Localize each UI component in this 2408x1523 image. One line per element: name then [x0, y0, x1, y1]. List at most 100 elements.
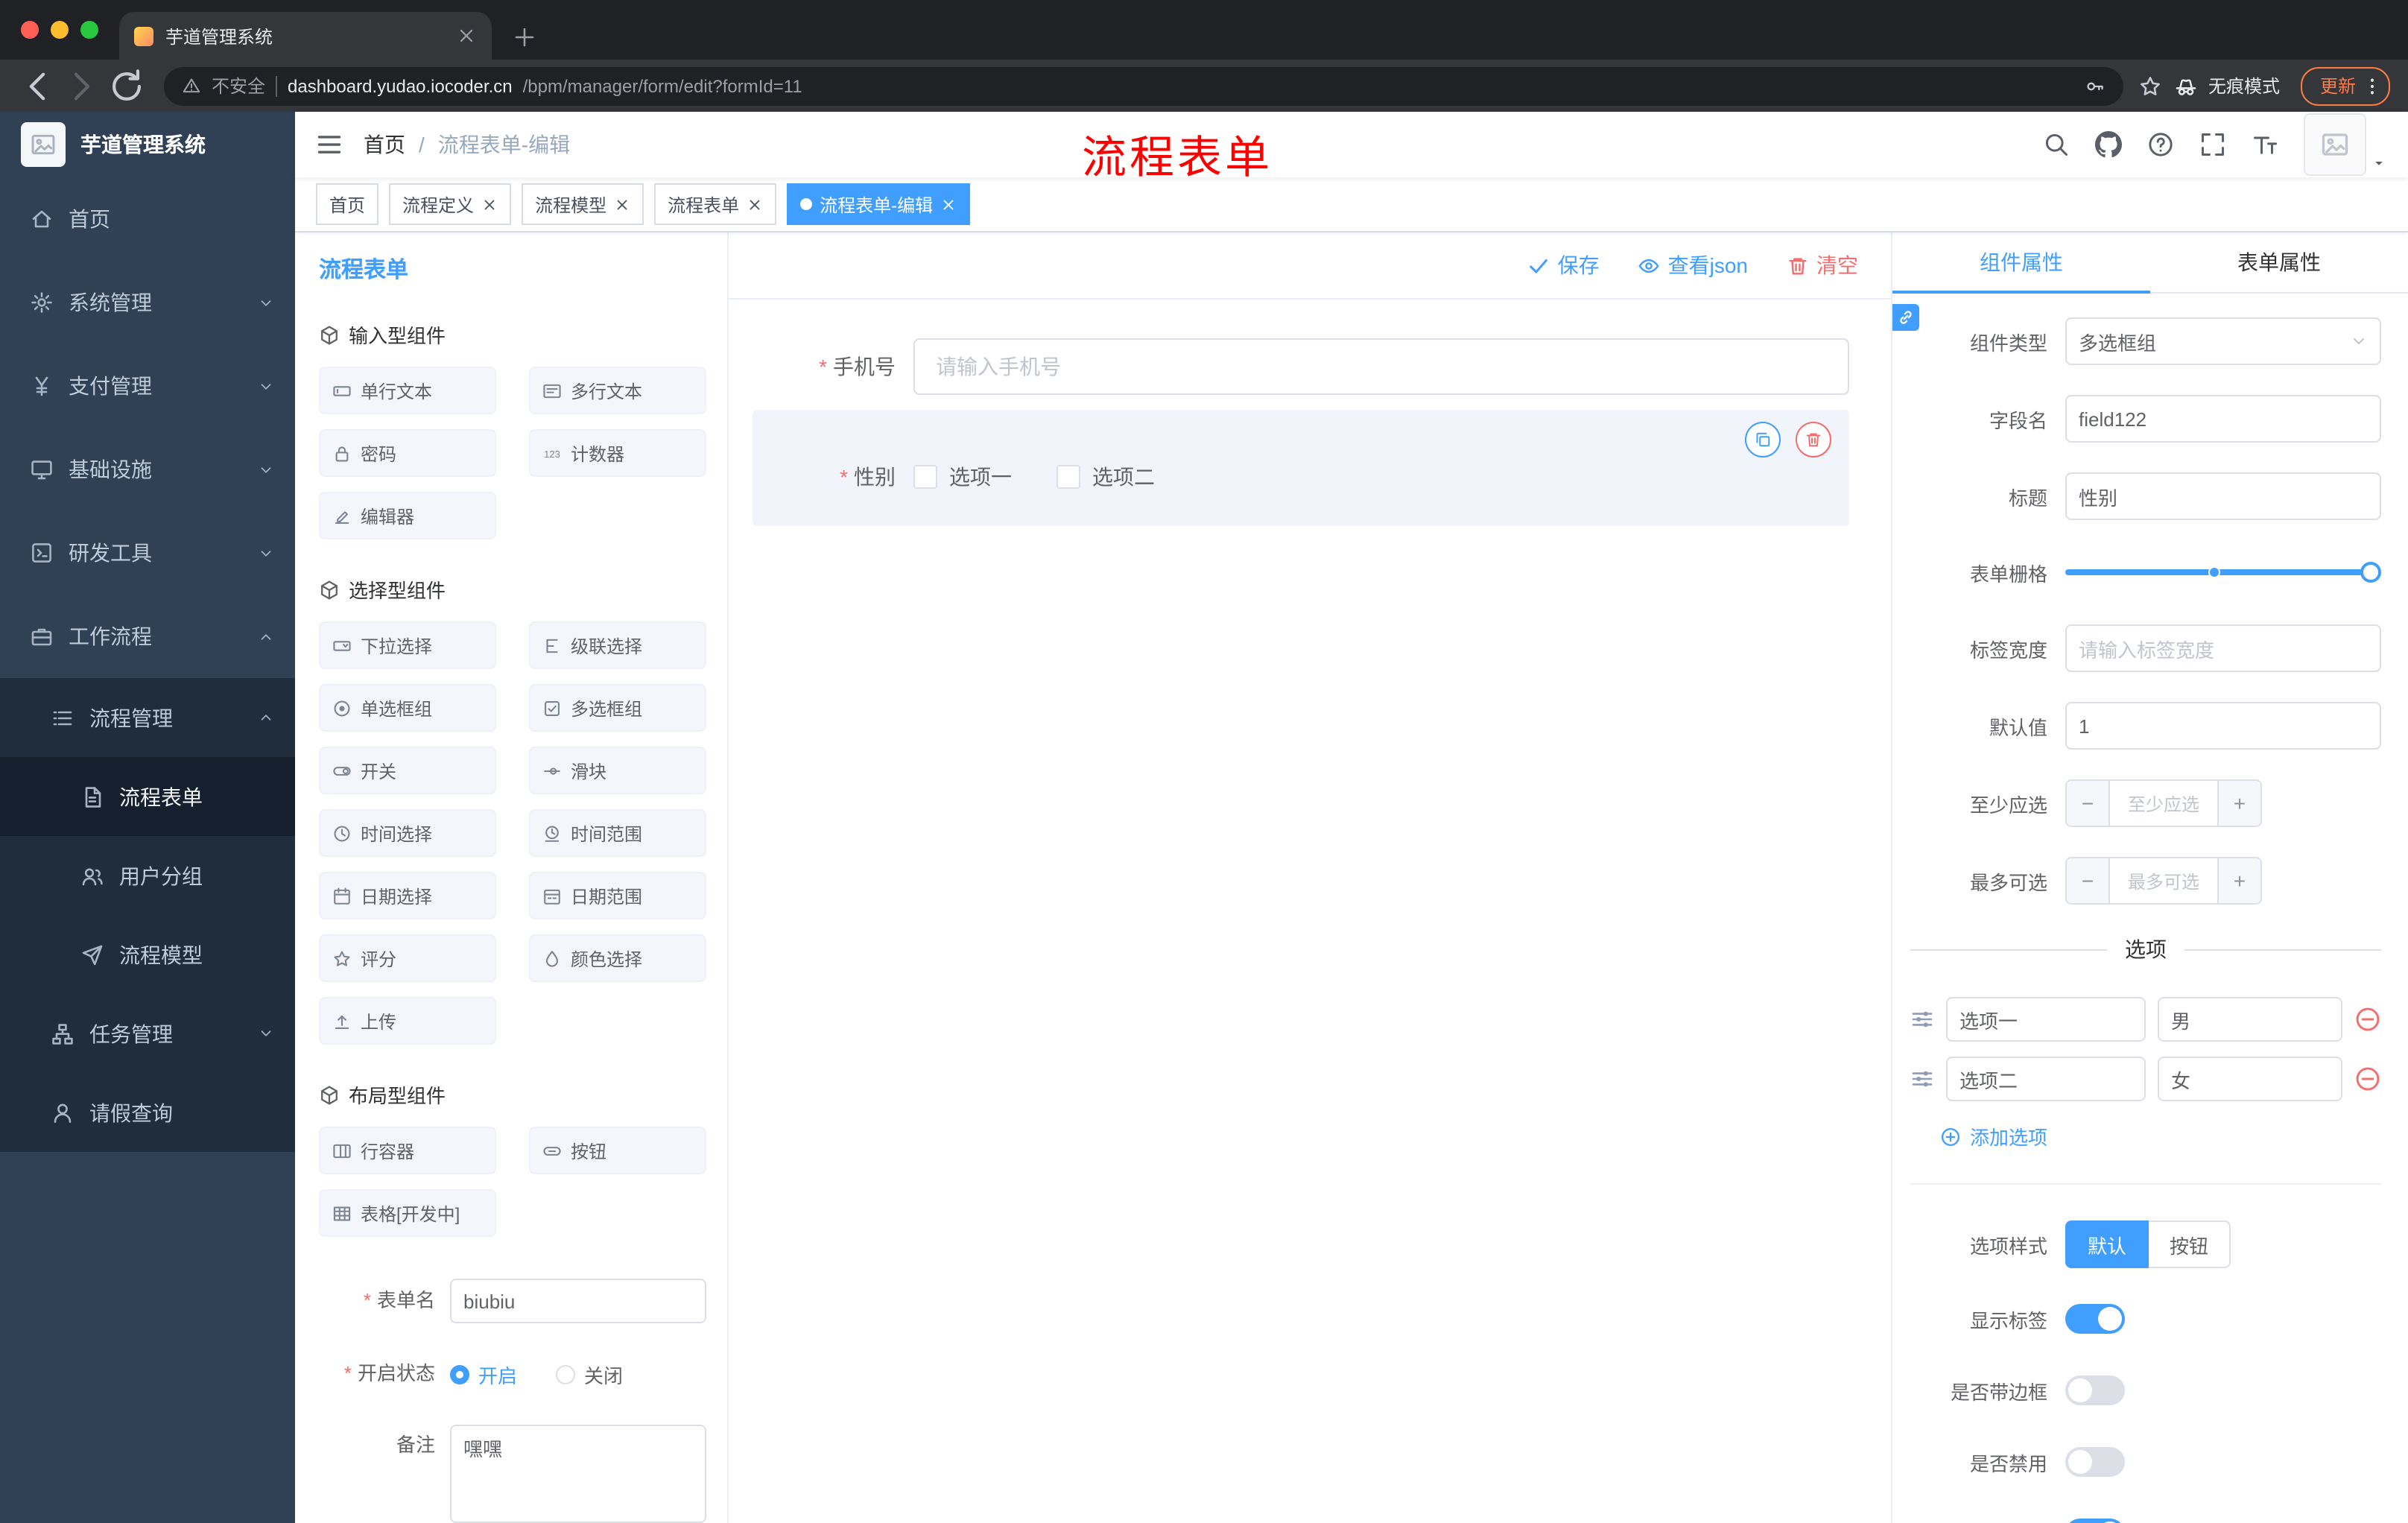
- view-json-button[interactable]: 查看json: [1638, 250, 1748, 280]
- tag-close-icon[interactable]: [940, 196, 957, 212]
- option-2-value-input[interactable]: 女: [2158, 1057, 2342, 1101]
- tag-close-icon[interactable]: [481, 196, 498, 212]
- style-default-button[interactable]: 默认: [2065, 1220, 2149, 1268]
- component-date-range[interactable]: 日期范围: [529, 872, 706, 919]
- browser-tab[interactable]: 芋道管理系统: [119, 12, 492, 60]
- component-row-container[interactable]: 行容器: [319, 1127, 496, 1174]
- reload-icon[interactable]: [107, 66, 146, 105]
- title-input[interactable]: 性别: [2065, 472, 2381, 520]
- component-date-picker[interactable]: 日期选择: [319, 872, 496, 919]
- min-select-value[interactable]: 至少应选: [2110, 781, 2217, 826]
- decrease-icon[interactable]: −: [2067, 858, 2110, 903]
- user-menu[interactable]: [2304, 113, 2387, 176]
- sidebar-item-system[interactable]: 系统管理: [0, 261, 295, 344]
- component-multi-line-text[interactable]: 多行文本: [529, 367, 706, 414]
- sidebar-item-leave-query[interactable]: 请假查询: [0, 1073, 295, 1152]
- status-radio-on[interactable]: 开启: [450, 1360, 517, 1388]
- copy-widget-button[interactable]: [1745, 422, 1781, 457]
- tag-close-icon[interactable]: [614, 196, 630, 212]
- minimize-window-button[interactable]: [51, 21, 69, 39]
- field-name-input[interactable]: field122: [2065, 395, 2381, 443]
- checkbox-icon[interactable]: [913, 465, 937, 489]
- component-color-picker[interactable]: 颜色选择: [529, 934, 706, 982]
- sidebar-item-home[interactable]: 首页: [0, 177, 295, 261]
- component-single-line-text[interactable]: 单行文本: [319, 367, 496, 414]
- option-2-label-input[interactable]: 选项二: [1946, 1057, 2146, 1101]
- address-bar[interactable]: 不安全 dashboard.yudao.iocoder.cn/bpm/manag…: [164, 66, 2123, 105]
- tab-component-props[interactable]: 组件属性: [1892, 232, 2150, 294]
- show-label-toggle[interactable]: [2065, 1304, 2125, 1334]
- search-icon[interactable]: [2043, 131, 2070, 158]
- remove-option-icon[interactable]: [2354, 1066, 2381, 1092]
- forward-icon[interactable]: [63, 66, 101, 105]
- sidebar-item-infrastructure[interactable]: 基础设施: [0, 428, 295, 511]
- clear-button[interactable]: 清空: [1787, 250, 1858, 280]
- grid-slider[interactable]: [2065, 550, 2381, 595]
- component-editor[interactable]: 编辑器: [319, 492, 496, 539]
- save-button[interactable]: 保存: [1528, 250, 1600, 280]
- component-password[interactable]: 密码: [319, 429, 496, 477]
- tab-form-props[interactable]: 表单属性: [2150, 232, 2408, 292]
- sidebar-item-user-groups[interactable]: 用户分组: [0, 836, 295, 915]
- increase-icon[interactable]: +: [2217, 781, 2260, 826]
- label-width-input[interactable]: 请输入标签宽度: [2065, 624, 2381, 672]
- drag-handle-icon[interactable]: [1910, 1007, 1934, 1031]
- bookmark-star-icon[interactable]: [2138, 74, 2162, 98]
- component-time-range[interactable]: 时间范围: [529, 809, 706, 857]
- breadcrumb-home[interactable]: 首页: [364, 130, 405, 159]
- browser-update-button[interactable]: 更新: [2300, 66, 2390, 105]
- browser-menu-icon[interactable]: [2362, 75, 2383, 96]
- option-1-value-input[interactable]: 男: [2158, 997, 2342, 1042]
- close-window-button[interactable]: [21, 21, 39, 39]
- sidebar-item-devtools[interactable]: 研发工具: [0, 511, 295, 595]
- component-counter[interactable]: 计数器: [529, 429, 706, 477]
- increase-icon[interactable]: +: [2217, 858, 2260, 903]
- max-select-value[interactable]: 最多可选: [2110, 858, 2217, 903]
- font-size-icon[interactable]: [2252, 131, 2278, 158]
- tag-close-icon[interactable]: [747, 196, 763, 212]
- zoom-window-button[interactable]: [80, 21, 98, 39]
- link-badge-button[interactable]: [1892, 304, 1919, 331]
- decrease-icon[interactable]: −: [2067, 781, 2110, 826]
- help-icon[interactable]: [2147, 131, 2174, 158]
- fullscreen-icon[interactable]: [2199, 131, 2226, 158]
- phone-field-row[interactable]: 手机号 请输入手机号: [752, 338, 1849, 395]
- sidebar-item-process-model[interactable]: 流程模型: [0, 915, 295, 994]
- selected-widget-gender[interactable]: 性别 选项一 选项二: [752, 410, 1849, 526]
- component-button[interactable]: 按钮: [529, 1127, 706, 1174]
- sidebar-item-task-management[interactable]: 任务管理: [0, 994, 295, 1073]
- sidebar-item-process-form[interactable]: 流程表单: [0, 757, 295, 836]
- style-button-button[interactable]: 按钮: [2149, 1220, 2231, 1268]
- component-slider[interactable]: 滑块: [529, 747, 706, 794]
- avatar[interactable]: [2304, 113, 2366, 176]
- border-toggle[interactable]: [2065, 1375, 2125, 1405]
- sidebar-item-payment[interactable]: 支付管理: [0, 344, 295, 428]
- disabled-toggle[interactable]: [2065, 1447, 2125, 1477]
- component-time-picker[interactable]: 时间选择: [319, 809, 496, 857]
- remove-option-icon[interactable]: [2354, 1006, 2381, 1033]
- add-option-button[interactable]: 添加选项: [1940, 1122, 2381, 1150]
- security-label[interactable]: 不安全: [212, 73, 265, 98]
- github-icon[interactable]: [2095, 131, 2122, 158]
- tab-close-icon[interactable]: [456, 25, 477, 46]
- tag-process-definition[interactable]: 流程定义: [389, 183, 512, 225]
- component-rate[interactable]: 评分: [319, 934, 496, 982]
- component-select[interactable]: 下拉选择: [319, 621, 496, 669]
- tag-process-form-edit[interactable]: 流程表单-编辑: [787, 183, 971, 225]
- slider-track[interactable]: [2065, 562, 2381, 583]
- sidebar-logo[interactable]: 芋道管理系统: [0, 112, 295, 177]
- phone-input[interactable]: 请输入手机号: [913, 338, 1849, 395]
- component-switch[interactable]: 开关: [319, 747, 496, 794]
- gender-option-1[interactable]: 选项一: [913, 462, 1012, 492]
- default-value-input[interactable]: 1: [2065, 702, 2381, 750]
- sidebar-item-workflow[interactable]: 工作流程: [0, 595, 295, 678]
- tag-home[interactable]: 首页: [316, 183, 379, 225]
- component-cascader[interactable]: 级联选择: [529, 621, 706, 669]
- component-table[interactable]: 表格[开发中]: [319, 1189, 496, 1237]
- sidebar-item-process-management[interactable]: 流程管理: [0, 678, 295, 757]
- security-warning-icon[interactable]: [182, 76, 201, 95]
- tag-process-form[interactable]: 流程表单: [654, 183, 777, 225]
- component-checkbox-group[interactable]: 多选框组: [529, 684, 706, 732]
- form-remark-textarea[interactable]: 嘿嘿: [450, 1425, 706, 1523]
- new-tab-button[interactable]: [513, 25, 536, 49]
